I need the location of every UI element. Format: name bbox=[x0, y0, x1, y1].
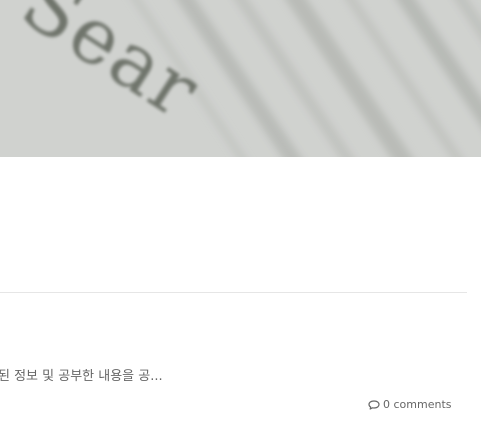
comments-icon bbox=[368, 400, 380, 410]
comments-count-label: 0 comments bbox=[383, 398, 452, 411]
comments-link[interactable]: 0 comments bbox=[368, 397, 452, 413]
featured-image-photo: Sear bbox=[0, 0, 481, 157]
post-excerpt: 된 정보 및 공부한 내용을 공... bbox=[0, 369, 163, 384]
post-divider bbox=[0, 292, 467, 293]
post-featured-image[interactable]: Sear bbox=[0, 0, 481, 157]
